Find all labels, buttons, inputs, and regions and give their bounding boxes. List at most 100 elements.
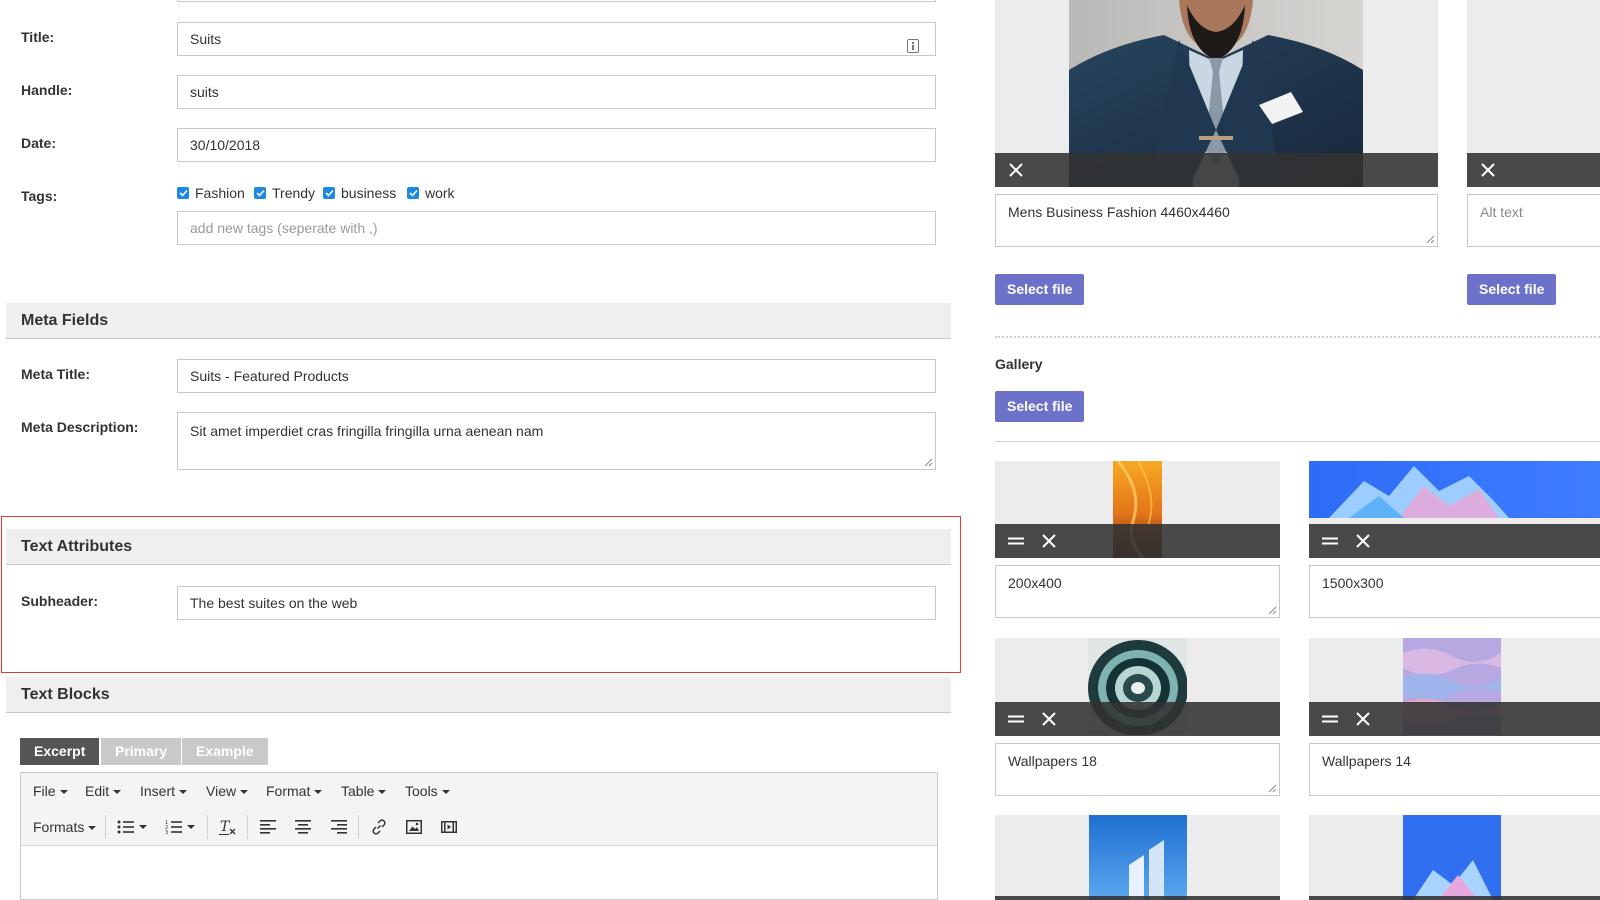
tab-primary[interactable]: Primary <box>101 738 182 765</box>
resize-grip-icon[interactable] <box>1426 235 1435 244</box>
tab-excerpt[interactable]: Excerpt <box>20 738 100 765</box>
caption-value: Wallpapers 14 <box>1322 753 1411 769</box>
new-tag-input[interactable]: add new tags (seperate with ,) <box>177 211 936 245</box>
caret-down-icon <box>314 790 323 795</box>
handle-label: Handle: <box>21 82 73 98</box>
align-left-icon[interactable] <box>257 817 279 837</box>
blue-architecture-image <box>1089 815 1187 900</box>
field-info-icon[interactable] <box>907 32 919 55</box>
close-icon[interactable] <box>1007 161 1025 179</box>
caret-down-icon <box>179 790 188 795</box>
toolbar-divider <box>105 815 106 839</box>
handle-value: suits <box>190 84 219 100</box>
menu-edit[interactable]: Edit <box>85 773 122 809</box>
resize-grip-icon[interactable] <box>1268 606 1277 615</box>
caret-down-icon <box>113 790 122 795</box>
top-field-edge <box>177 0 936 2</box>
gallery-caption-field[interactable]: Wallpapers 14 <box>1309 743 1600 796</box>
title-label: Title: <box>21 29 55 45</box>
checkbox-checked-icon[interactable] <box>254 187 266 199</box>
meta-description-textarea[interactable]: Sit amet imperdiet cras fringilla fringi… <box>177 412 936 470</box>
gallery-item-action-bar <box>1309 702 1600 736</box>
blue-crystal-image <box>1403 815 1501 900</box>
dotted-divider <box>995 336 1600 338</box>
menu-format[interactable]: Format <box>266 773 323 809</box>
rich-text-editor[interactable]: File Edit Insert View Format Table Tools… <box>20 772 938 900</box>
handle-input[interactable]: suits <box>177 75 936 109</box>
meta-description-value: Sit amet imperdiet cras fringilla fringi… <box>190 423 544 439</box>
resize-grip-icon[interactable] <box>1268 784 1277 793</box>
numbered-list-icon[interactable]: 123 <box>163 817 185 837</box>
gallery-select-file-button[interactable]: Select file <box>995 391 1085 422</box>
align-center-icon[interactable] <box>292 817 314 837</box>
alt-text-placeholder: Alt text <box>1480 204 1523 220</box>
gallery-item-action-bar <box>1309 524 1600 558</box>
tags-label: Tags: <box>21 188 58 204</box>
date-input[interactable]: 30/10/2018 <box>177 128 936 162</box>
checkbox-checked-icon[interactable] <box>407 187 419 199</box>
toolbar-divider <box>207 815 208 839</box>
section-title: Text Blocks <box>21 686 110 703</box>
caret-down-icon[interactable] <box>185 817 197 837</box>
link-icon[interactable] <box>368 817 390 837</box>
resize-grip-icon[interactable] <box>924 458 933 467</box>
checkbox-checked-icon[interactable] <box>323 187 335 199</box>
close-icon[interactable] <box>1040 710 1058 728</box>
formats-dropdown[interactable]: Formats <box>33 809 97 845</box>
drag-handle-icon[interactable] <box>1321 532 1339 550</box>
drag-handle-icon[interactable] <box>1007 710 1025 728</box>
tag-label: Fashion <box>195 185 245 201</box>
image-action-bar <box>995 153 1438 187</box>
checkbox-checked-icon[interactable] <box>177 187 189 199</box>
tab-example[interactable]: Example <box>182 738 268 765</box>
drag-handle-icon[interactable] <box>1007 532 1025 550</box>
align-right-icon[interactable] <box>328 817 350 837</box>
gallery-caption-field[interactable]: 200x400 <box>995 565 1280 618</box>
title-value: Suits <box>190 31 222 47</box>
drag-handle-icon[interactable] <box>1321 710 1339 728</box>
subheader-input[interactable]: The best suites on the web <box>177 586 936 620</box>
title-input[interactable]: Suits <box>177 22 936 56</box>
gallery-item-action-bar <box>995 524 1280 558</box>
toolbar-divider <box>247 815 248 839</box>
menu-view[interactable]: View <box>206 773 249 809</box>
tag-label: Trendy <box>272 185 316 201</box>
tag-fashion[interactable]: Fashion <box>177 185 245 201</box>
menu-insert[interactable]: Insert <box>140 773 188 809</box>
caption-value: 200x400 <box>1008 575 1062 591</box>
section-title: Meta Fields <box>21 312 109 329</box>
svg-text:3: 3 <box>165 830 168 834</box>
meta-title-value: Suits - Featured Products <box>190 368 349 384</box>
menu-table[interactable]: Table <box>341 773 387 809</box>
blue-crystal-image <box>1309 461 1600 518</box>
svg-text:T: T <box>220 819 231 835</box>
clear-formatting-icon[interactable]: T <box>217 817 239 837</box>
caret-down-icon[interactable] <box>137 817 149 837</box>
close-icon[interactable] <box>1354 710 1372 728</box>
close-icon[interactable] <box>1479 161 1497 179</box>
gallery-caption-field[interactable]: Wallpapers 18 <box>995 743 1280 796</box>
select-file-button[interactable]: Select file <box>1467 274 1557 305</box>
close-icon[interactable] <box>1040 532 1058 550</box>
tag-work[interactable]: work <box>407 185 455 201</box>
second-image-alt-field[interactable]: Alt text <box>1467 194 1600 247</box>
gallery-label: Gallery <box>995 356 1043 372</box>
text-blocks-header: Text Blocks <box>6 677 951 713</box>
media-icon[interactable] <box>438 817 460 837</box>
editor-toolbar: Formats 123 T <box>21 809 937 846</box>
gallery-caption-field[interactable]: 1500x300 <box>1309 565 1600 618</box>
menu-tools[interactable]: Tools <box>405 773 450 809</box>
text-attributes-header: Text Attributes <box>6 529 951 565</box>
tag-business[interactable]: business <box>323 185 396 201</box>
meta-title-label: Meta Title: <box>21 366 90 382</box>
main-image-caption-field[interactable]: Mens Business Fashion 4460x4460 <box>995 194 1438 247</box>
section-title: Text Attributes <box>21 538 133 555</box>
image-icon[interactable] <box>403 817 425 837</box>
gallery-thumbnail <box>995 815 1280 900</box>
tag-trendy[interactable]: Trendy <box>254 185 315 201</box>
menu-file[interactable]: File <box>33 773 68 809</box>
close-icon[interactable] <box>1354 532 1372 550</box>
meta-title-input[interactable]: Suits - Featured Products <box>177 359 936 393</box>
bullet-list-icon[interactable] <box>115 817 137 837</box>
select-file-button[interactable]: Select file <box>995 274 1085 305</box>
